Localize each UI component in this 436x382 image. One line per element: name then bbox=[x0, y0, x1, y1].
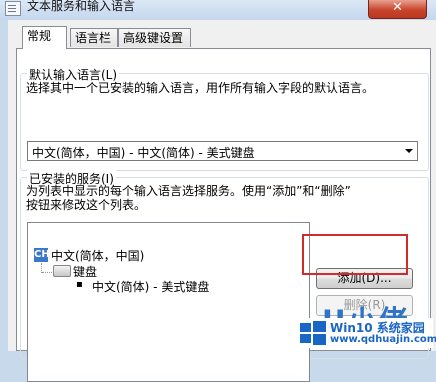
add-button-highlight bbox=[302, 234, 408, 275]
tab-general[interactable]: 常规 bbox=[22, 26, 67, 49]
tree-connector bbox=[42, 272, 52, 274]
tree-item-language[interactable]: 中文(简体，中国) bbox=[51, 247, 144, 264]
installed-services-description-line2: 按钮来修改这个列表。 bbox=[26, 198, 147, 212]
app-icon bbox=[5, 1, 21, 16]
tree-item-service[interactable]: 中文(简体) - 美式键盘 bbox=[92, 278, 209, 295]
tab-advanced-key-settings[interactable]: 高级键设置 bbox=[118, 28, 191, 47]
close-button[interactable]: ✕ bbox=[368, 0, 427, 19]
title-bar: 文本服务和输入语言 ✕ bbox=[0, 0, 436, 20]
default-language-dropdown[interactable]: 中文(简体，中国) - 中文(简体) - 美式键盘 bbox=[27, 141, 418, 161]
window-title: 文本服务和输入语言 bbox=[27, 0, 136, 13]
keyboard-icon bbox=[53, 265, 71, 277]
default-language-description: 选择其中一个已安装的输入语言，用作所有输入字段的默认语言。 bbox=[26, 81, 375, 95]
default-language-selected: 中文(简体，中国) - 中文(简体) - 美式键盘 bbox=[32, 146, 255, 160]
windows-logo-icon bbox=[300, 321, 326, 345]
bullet-icon: ▪ bbox=[76, 279, 83, 290]
watermark-url: www.qdhuajin.com bbox=[330, 334, 436, 345]
installed-services-tree[interactable]: CH 中文(简体，中国) 键盘 ▪ 中文(简体) - 美式键盘 bbox=[27, 222, 310, 382]
language-flag-icon: CH bbox=[34, 248, 50, 262]
tab-language-bar[interactable]: 语言栏 bbox=[70, 28, 118, 47]
chevron-down-icon[interactable] bbox=[405, 149, 413, 153]
watermark-badge: Win10 系统家园 www.qdhuajin.com bbox=[298, 318, 436, 348]
